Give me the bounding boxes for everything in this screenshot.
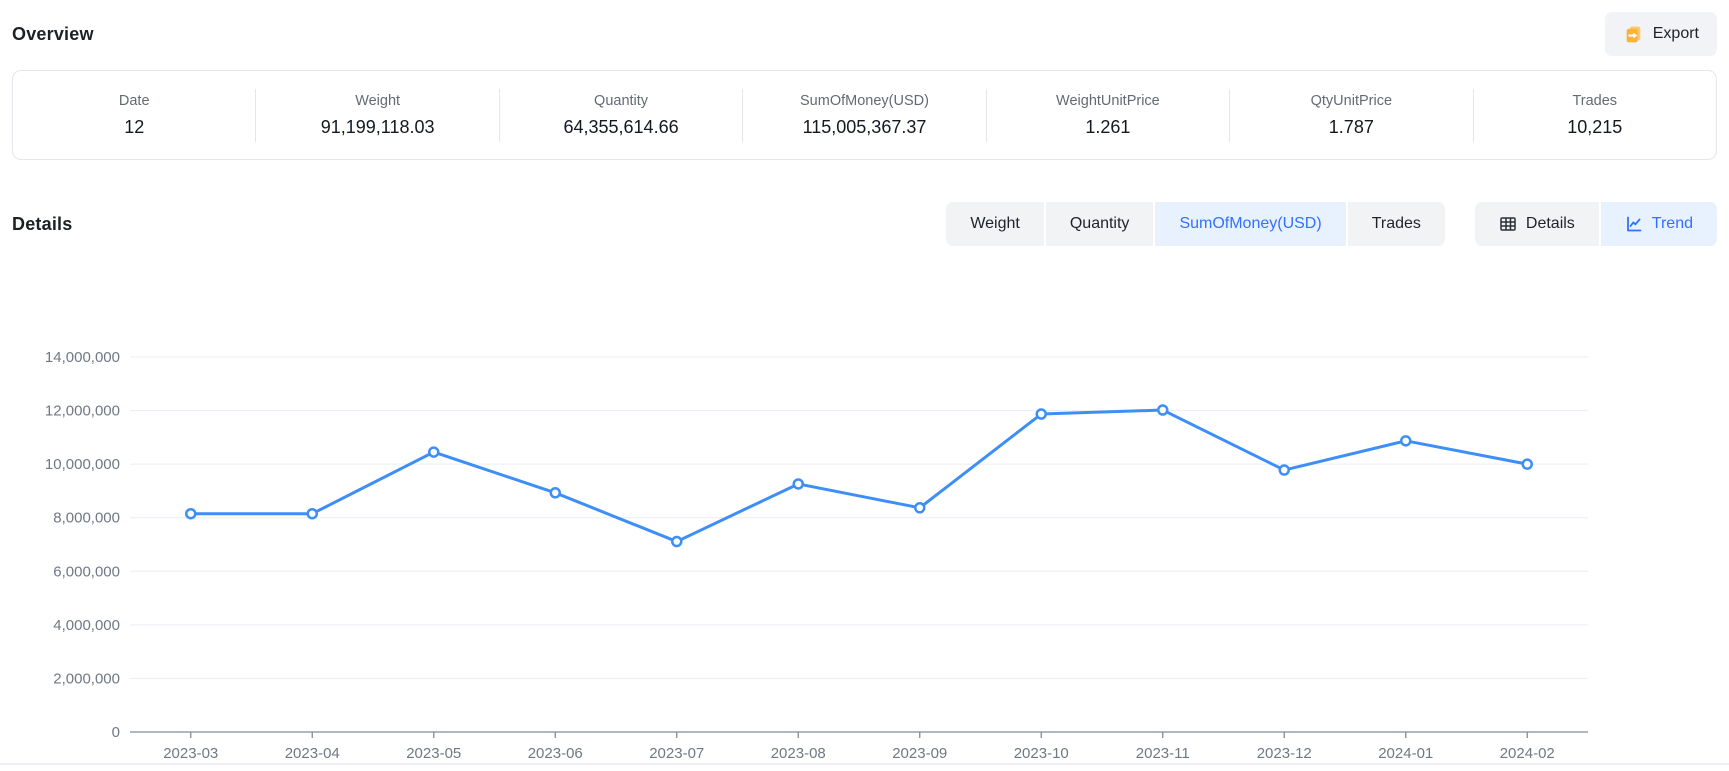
stat-value: 1.787 xyxy=(1230,117,1472,138)
dashboard-page: Overview Export Date 12 Weight 91,199,11… xyxy=(0,0,1729,771)
x-axis-label: 2023-11 xyxy=(1136,745,1190,762)
overview-header: Overview Export xyxy=(12,0,1717,56)
x-axis-label: 2024-01 xyxy=(1378,745,1433,762)
data-point-marker[interactable] xyxy=(429,448,438,457)
stat-qty-unit-price: QtyUnitPrice 1.787 xyxy=(1229,89,1472,142)
data-point-marker[interactable] xyxy=(1523,460,1532,469)
stat-weight: Weight 91,199,118.03 xyxy=(255,89,498,142)
line-chart-icon xyxy=(1625,215,1643,233)
y-axis-label: 6,000,000 xyxy=(53,563,120,580)
y-axis-label: 4,000,000 xyxy=(53,617,120,634)
stat-label: Date xyxy=(13,93,255,109)
trend-chart-canvas[interactable]: 0 2,000,000 4,000,000 6,000,000 8,000,000 10,… xyxy=(12,292,1717,766)
stat-date: Date 12 xyxy=(13,89,255,142)
x-axis-label: 2023-08 xyxy=(771,745,826,762)
details-header: Details Weight Quantity SumOfMoney(USD) … xyxy=(12,202,1717,246)
y-axis-label: 2,000,000 xyxy=(53,670,120,687)
stat-label: Quantity xyxy=(500,93,742,109)
y-axis-label: 0 xyxy=(112,724,120,741)
stat-label: WeightUnitPrice xyxy=(987,93,1229,109)
y-axis-label: 14,000,000 xyxy=(45,349,120,366)
data-point-marker[interactable] xyxy=(308,509,317,518)
data-point-marker[interactable] xyxy=(915,503,924,512)
overview-stats-panel: Date 12 Weight 91,199,118.03 Quantity 64… xyxy=(12,70,1717,160)
data-point-marker[interactable] xyxy=(551,488,560,497)
stat-trades: Trades 10,215 xyxy=(1473,89,1716,142)
x-axis-label: 2023-03 xyxy=(163,745,218,762)
stat-label: SumOfMoney(USD) xyxy=(743,93,985,109)
x-axis-label: 2023-07 xyxy=(649,745,704,762)
stat-value: 1.261 xyxy=(987,117,1229,138)
stat-value: 91,199,118.03 xyxy=(256,117,498,138)
table-icon xyxy=(1499,215,1517,233)
tab-trades[interactable]: Trades xyxy=(1348,202,1445,246)
tab-sum-of-money[interactable]: SumOfMoney(USD) xyxy=(1155,202,1345,246)
x-axis-label: 2023-10 xyxy=(1014,745,1069,762)
stat-weight-unit-price: WeightUnitPrice 1.261 xyxy=(986,89,1229,142)
tab-label: Trades xyxy=(1372,215,1421,233)
stat-sum-of-money: SumOfMoney(USD) 115,005,367.37 xyxy=(742,89,985,142)
tab-weight[interactable]: Weight xyxy=(946,202,1044,246)
data-point-marker[interactable] xyxy=(1037,410,1046,419)
tab-label: Trend xyxy=(1652,215,1693,233)
data-point-marker[interactable] xyxy=(186,509,195,518)
stat-label: Trades xyxy=(1474,93,1716,109)
data-point-marker[interactable] xyxy=(794,479,803,488)
tab-label: Quantity xyxy=(1070,215,1130,233)
data-point-marker[interactable] xyxy=(1280,466,1289,475)
metric-tab-group: Weight Quantity SumOfMoney(USD) Trades xyxy=(946,202,1445,246)
stat-label: QtyUnitPrice xyxy=(1230,93,1472,109)
data-point-marker[interactable] xyxy=(672,537,681,546)
y-axis-label: 12,000,000 xyxy=(45,403,120,420)
x-axis-label: 2024-02 xyxy=(1500,745,1555,762)
x-axis-label: 2023-04 xyxy=(285,745,340,762)
stat-quantity: Quantity 64,355,614.66 xyxy=(499,89,742,142)
x-axis-label: 2023-05 xyxy=(406,745,461,762)
tab-quantity[interactable]: Quantity xyxy=(1046,202,1154,246)
stat-value: 115,005,367.37 xyxy=(743,117,985,138)
y-axis-label: 10,000,000 xyxy=(45,456,120,473)
tab-label: SumOfMoney(USD) xyxy=(1179,215,1321,233)
data-point-marker[interactable] xyxy=(1401,436,1410,445)
trend-chart[interactable]: 0 2,000,000 4,000,000 6,000,000 8,000,000 10,… xyxy=(12,292,1717,771)
x-axis-label: 2023-09 xyxy=(892,745,947,762)
tab-label: Weight xyxy=(970,215,1020,233)
x-axis-label: 2023-06 xyxy=(528,745,583,762)
x-axis-label: 2023-12 xyxy=(1257,745,1312,762)
stat-value: 12 xyxy=(13,117,255,138)
y-axis-label: 8,000,000 xyxy=(53,510,120,527)
tab-details-view[interactable]: Details xyxy=(1475,202,1599,246)
tab-trend-view[interactable]: Trend xyxy=(1601,202,1717,246)
trend-line xyxy=(191,410,1528,542)
view-tab-group: Details Trend xyxy=(1475,202,1717,246)
stat-label: Weight xyxy=(256,93,498,109)
stat-value: 10,215 xyxy=(1474,117,1716,138)
data-point-marker[interactable] xyxy=(1158,406,1167,415)
stat-value: 64,355,614.66 xyxy=(500,117,742,138)
export-button[interactable]: Export xyxy=(1605,12,1717,56)
tab-label: Details xyxy=(1526,215,1575,233)
details-controls: Weight Quantity SumOfMoney(USD) Trades xyxy=(946,202,1717,246)
overview-title: Overview xyxy=(12,24,94,45)
export-file-icon xyxy=(1623,24,1644,45)
details-title: Details xyxy=(12,214,72,235)
export-button-label: Export xyxy=(1653,25,1699,43)
